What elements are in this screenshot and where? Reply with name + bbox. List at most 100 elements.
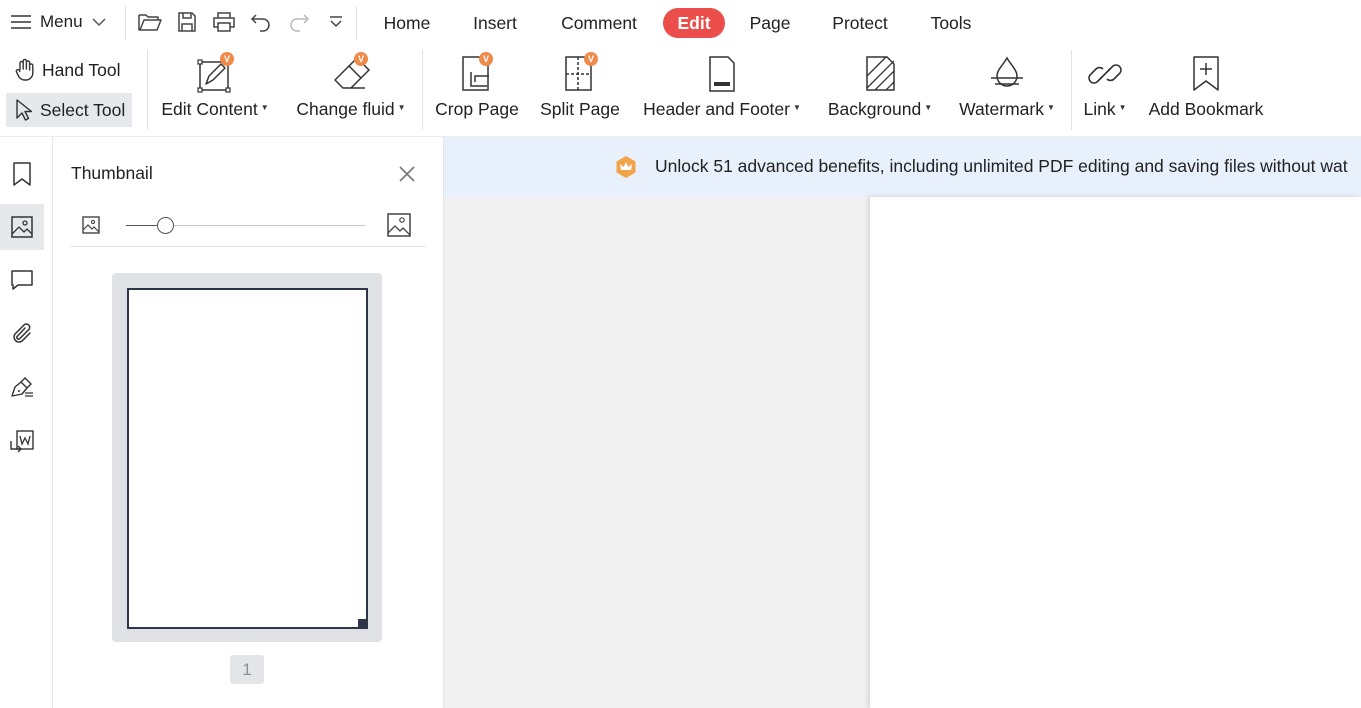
print-button[interactable] [210,8,238,36]
comment-icon [11,270,33,290]
close-icon [399,166,415,182]
open-file-button[interactable] [136,8,164,36]
background-button[interactable]: Background ▼ [820,52,940,130]
thumbnail-size-slider-fill [126,225,158,226]
thumbnail-panel-title: Thumbnail [71,163,153,183]
folder-open-icon [138,14,162,31]
sidebar-item-bookmarks[interactable] [0,151,44,197]
thumbnail-panel: Thumbnail 1 [53,137,444,708]
printer-icon [213,12,235,32]
link-label: Link [1083,99,1116,119]
pdf-page[interactable] [870,197,1361,708]
dropdown-caret-icon: ▼ [260,103,269,112]
tab-tools[interactable]: Tools [922,8,980,38]
page-number-label: 1 [230,655,264,684]
tab-protect[interactable]: Protect [823,8,897,38]
signature-pen-icon [11,377,33,397]
thumbnail-image-icon [11,216,33,238]
sidebar-item-convert[interactable] [0,419,44,465]
hamburger-icon [11,15,31,29]
page-thumbnail-preview [127,288,368,629]
dropdown-caret-icon: ▼ [1047,103,1055,112]
enlarge-thumbnails-button[interactable] [386,212,412,238]
tab-page[interactable]: Page [742,8,798,38]
save-button[interactable] [173,8,201,36]
split-page-button[interactable]: V Split Page [535,52,625,130]
background-label: Background [827,99,922,119]
small-image-icon [82,216,100,234]
sidebar-item-attachments[interactable] [0,311,44,357]
divider [422,50,423,130]
premium-badge-icon: V [584,52,598,66]
thumbnail-size-slider-handle[interactable] [157,217,174,234]
edit-content-label: Edit Content [161,99,258,119]
add-bookmark-label: Add Bookmark [1148,99,1264,119]
watermark-button[interactable]: Watermark ▼ [952,52,1062,130]
divider [125,6,126,40]
crop-page-button[interactable]: V Crop Page [430,52,524,130]
upgrade-banner[interactable]: Unlock 51 advanced benefits, including u… [444,137,1361,197]
document-canvas[interactable]: Unlock 51 advanced benefits, including u… [444,137,1361,708]
top-menu-bar: Menu Home Insert Comment Edit Page Prote… [0,0,1361,44]
menu-label: Menu [40,12,83,31]
bookmark-add-icon [1193,56,1219,91]
crop-page-label: Crop Page [435,99,519,119]
hand-tool-button[interactable]: Hand Tool [6,53,127,87]
dropdown-caret-icon: ▼ [792,103,801,112]
save-icon [178,12,196,32]
divider [356,6,357,40]
hand-icon [15,58,34,81]
divider [1071,50,1072,130]
link-button[interactable]: Link ▼ [1078,52,1132,130]
dropdown-caret-icon: ▼ [924,103,933,112]
upgrade-banner-text: Unlock 51 advanced benefits, including u… [655,156,1348,176]
convert-document-icon [10,430,34,453]
tab-insert[interactable]: Insert [461,8,529,38]
hand-tool-label: Hand Tool [42,59,121,80]
dropdown-caret-icon: ▼ [1118,103,1127,112]
customize-quick-access-button[interactable] [322,8,350,36]
select-tool-label: Select Tool [40,99,126,120]
add-bookmark-button[interactable]: Add Bookmark [1142,52,1270,130]
divider [147,50,148,130]
divider [70,246,426,247]
chevron-down-icon [92,18,106,27]
sidebar-item-signatures[interactable] [0,365,44,411]
tab-edit[interactable]: Edit [663,8,725,38]
header-footer-icon [709,56,735,92]
background-icon [866,56,895,91]
premium-badge-icon: V [479,52,493,66]
bookmark-icon [13,162,31,186]
dropdown-arrow-icon [330,16,342,28]
link-chain-icon [1088,64,1122,84]
premium-badge-icon: V [220,52,234,66]
left-sidebar-rail [0,137,53,708]
select-tool-button[interactable]: Select Tool [6,93,132,127]
undo-icon [250,14,270,32]
ribbon-toolbar: Hand Tool Select Tool V Edit Content ▼ V … [0,44,1361,137]
watermark-icon [991,56,1023,87]
redo-button[interactable] [285,8,313,36]
shrink-thumbnails-button[interactable] [80,214,102,236]
sidebar-item-comments[interactable] [0,257,44,303]
edit-content-button[interactable]: V Edit Content ▼ [155,52,275,130]
menu-button[interactable]: Menu [10,8,107,36]
change-fluid-label: Change fluid [296,99,395,119]
resize-corner-icon [358,619,366,627]
undo-button[interactable] [247,8,275,36]
close-panel-button[interactable] [396,163,418,185]
split-page-label: Split Page [540,99,620,119]
redo-icon [290,14,310,32]
tab-comment[interactable]: Comment [551,8,647,38]
page-thumbnail[interactable] [112,273,382,642]
change-fluid-button[interactable]: V Change fluid ▼ [290,52,412,130]
watermark-label: Watermark [959,99,1044,119]
large-image-icon [387,213,411,237]
dropdown-caret-icon: ▼ [397,103,406,112]
cursor-arrow-icon [16,99,33,121]
sidebar-item-thumbnails[interactable] [0,204,44,250]
premium-badge-icon: V [354,52,368,66]
header-footer-button[interactable]: Header and Footer ▼ [638,52,806,130]
header-footer-label: Header and Footer [643,99,790,119]
tab-home[interactable]: Home [372,8,442,38]
